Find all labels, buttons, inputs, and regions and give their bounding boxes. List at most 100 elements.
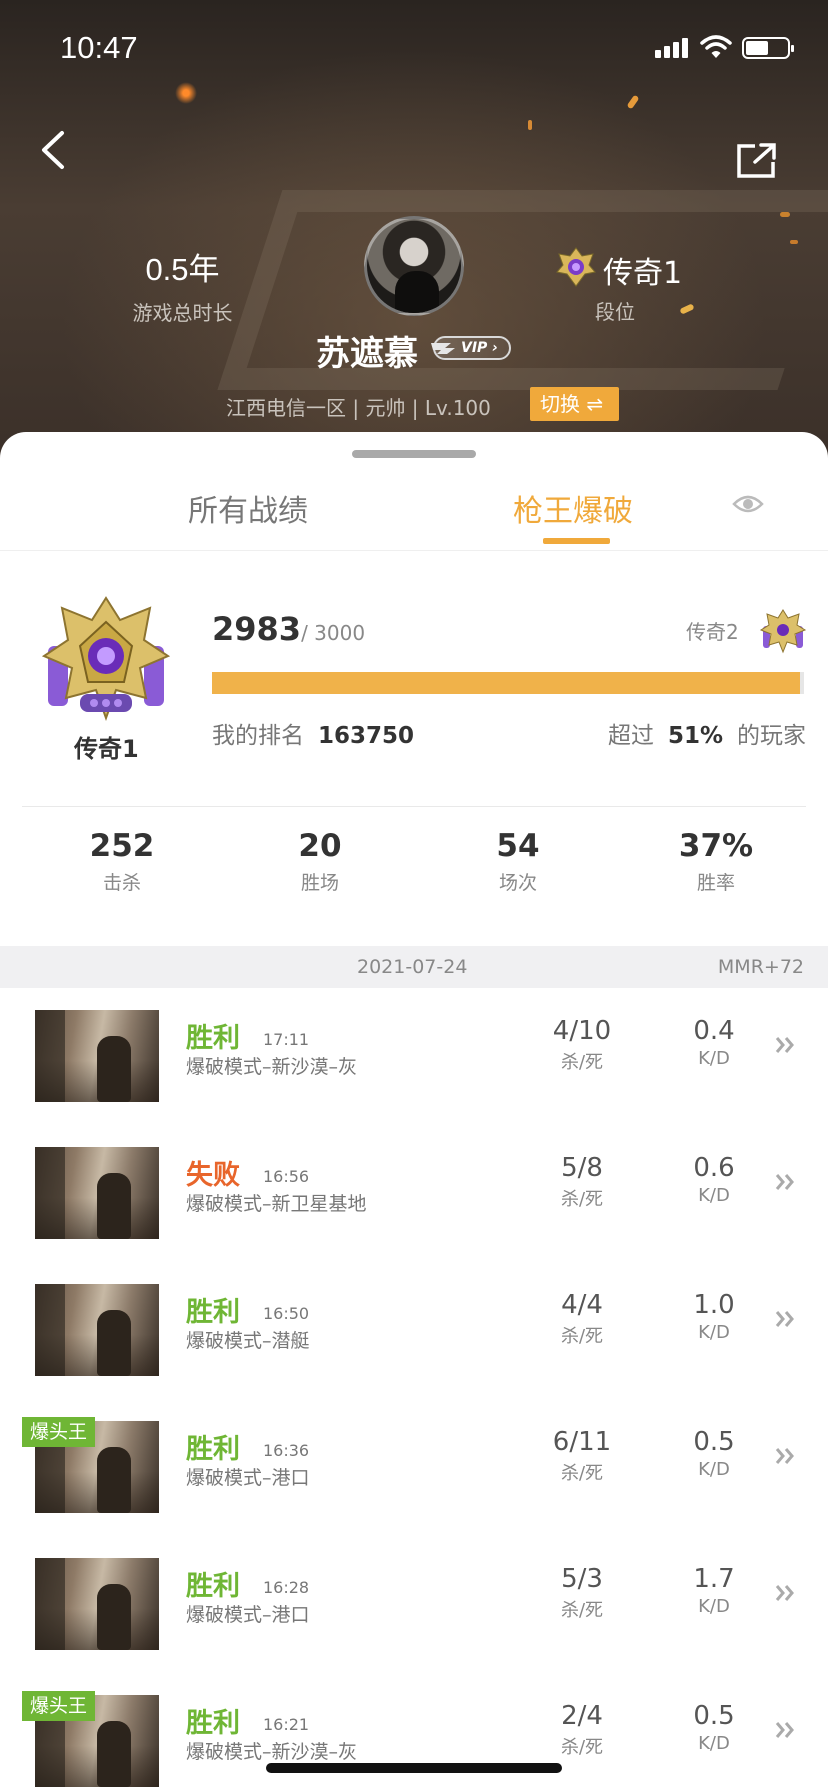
kd-value: 0.4 — [693, 1016, 735, 1046]
kills-deaths: 2/4 — [561, 1701, 603, 1731]
match-result: 失败 — [186, 1160, 240, 1191]
my-rank-value: 163750 — [318, 723, 415, 749]
next-rank-label: 传奇2 — [686, 620, 739, 644]
beat-suffix: 的玩家 — [737, 723, 806, 749]
signal-icon — [655, 36, 689, 58]
map-thumbnail — [35, 1284, 159, 1376]
rank-emblem-icon — [556, 247, 596, 287]
match-time: 16:36 — [263, 1441, 310, 1460]
match-row[interactable]: 爆头王 胜利 16:36 爆破模式–港口 6/11 杀/死 0.5 K/D — [0, 1399, 828, 1536]
chevron-right-icon[interactable] — [774, 1167, 798, 1197]
score-max: / 3000 — [301, 621, 366, 645]
sheet-handle[interactable] — [352, 450, 476, 458]
kills-deaths-label: 杀/死 — [560, 1189, 604, 1210]
match-result: 胜利 — [186, 1434, 240, 1465]
status-time: 10:47 — [60, 30, 138, 65]
eye-icon[interactable] — [732, 492, 764, 516]
back-icon[interactable] — [34, 125, 74, 175]
background-spark — [790, 240, 798, 244]
match-mode: 爆破模式–新卫星基地 — [186, 1193, 367, 1215]
score-current: 2983 — [212, 610, 302, 648]
kd-value: 1.7 — [693, 1564, 735, 1594]
chevron-right-icon[interactable] — [774, 1441, 798, 1471]
match-result: 胜利 — [186, 1297, 240, 1328]
match-row[interactable]: 胜利 16:50 爆破模式–潜艇 4/4 杀/死 1.0 K/D — [0, 1262, 828, 1399]
kd-label: K/D — [698, 1733, 730, 1754]
beat-prefix: 超过 — [607, 723, 654, 749]
kills-deaths-label: 杀/死 — [560, 1600, 604, 1621]
match-mode: 爆破模式–港口 — [186, 1604, 310, 1626]
match-row[interactable]: 胜利 16:28 爆破模式–港口 5/3 杀/死 1.7 K/D — [0, 1536, 828, 1673]
rank-value: 传奇1 — [603, 256, 683, 291]
summary-matches: 54 场次 — [438, 828, 598, 895]
next-rank-emblem-icon — [760, 609, 806, 654]
chevron-right-icon[interactable] — [774, 1304, 798, 1334]
summary-label: 击杀 — [102, 872, 141, 894]
vip-badge[interactable]: VIP › — [431, 336, 511, 360]
avatar[interactable] — [364, 216, 464, 316]
background-logo — [217, 190, 828, 390]
summary-win-rate: 37% 胜率 — [636, 828, 796, 895]
kd-label: K/D — [698, 1185, 730, 1206]
chevron-right-icon[interactable] — [774, 1578, 798, 1608]
rank-progress-bar — [212, 672, 804, 694]
share-icon[interactable] — [735, 140, 779, 180]
kills-deaths-label: 杀/死 — [560, 1326, 604, 1347]
kd-label: K/D — [698, 1459, 730, 1480]
summary-label: 胜场 — [300, 872, 339, 894]
date-label: 2021-07-24 — [357, 956, 468, 978]
map-thumbnail — [35, 1147, 159, 1239]
switch-button[interactable]: 切换 ⇌ — [530, 387, 619, 421]
match-time: 16:28 — [263, 1578, 310, 1597]
rank-progress-fill — [212, 672, 801, 694]
summary-kills: 252 击杀 — [42, 828, 202, 895]
summary-label: 胜率 — [696, 872, 735, 894]
map-thumbnail — [35, 1558, 159, 1650]
summary-value: 20 — [298, 828, 342, 864]
kills-deaths: 5/3 — [561, 1564, 603, 1594]
home-indicator[interactable] — [266, 1763, 562, 1773]
rank-name: 传奇1 — [74, 735, 139, 763]
match-result: 胜利 — [186, 1023, 240, 1054]
kd-value: 0.5 — [693, 1427, 735, 1457]
tab-active-indicator — [543, 538, 610, 544]
play-time-label: 游戏总时长 — [132, 301, 233, 325]
kills-deaths-label: 杀/死 — [560, 1052, 604, 1073]
beat-percent: 超过 51% 的玩家 — [608, 716, 806, 750]
kd-value: 1.0 — [693, 1290, 735, 1320]
records-sheet: 所有战绩 枪王爆破 传奇1 2983/ 3000 传奇2 我的排名 163750 … — [0, 432, 828, 1792]
server-info: 江西电信一区 | 元帅 | Lv.100 — [226, 396, 491, 420]
kd-label: K/D — [698, 1322, 730, 1343]
summary-value: 37% — [678, 828, 754, 864]
rank-emblem-icon — [41, 596, 171, 721]
tab-all-records[interactable]: 所有战绩 — [188, 486, 308, 530]
match-row[interactable]: 胜利 17:11 爆破模式–新沙漠–灰 4/10 杀/死 0.4 K/D — [0, 988, 828, 1125]
match-time: 17:11 — [263, 1030, 310, 1049]
date-header: 2021-07-24 MMR+72 — [0, 946, 828, 988]
profile-header: 10:47 0.5年 游戏总时长 传奇1 段位 苏遮慕 VIP › 江西电信一区… — [0, 0, 828, 460]
kills-deaths-label: 杀/死 — [560, 1463, 604, 1484]
kills-deaths: 6/11 — [552, 1427, 612, 1457]
match-row[interactable]: 失败 16:56 爆破模式–新卫星基地 5/8 杀/死 0.6 K/D — [0, 1125, 828, 1262]
match-result: 胜利 — [186, 1571, 240, 1602]
rank-score: 2983/ 3000 — [212, 610, 365, 648]
divider — [22, 806, 806, 807]
chevron-right-icon[interactable] — [774, 1030, 798, 1060]
play-time-stat: 0.5年 游戏总时长 — [110, 244, 255, 326]
status-bar: 10:47 — [0, 0, 828, 100]
wifi-icon — [700, 35, 732, 58]
beat-value: 51% — [667, 723, 723, 749]
match-row[interactable]: 爆头王 胜利 16:21 爆破模式–新沙漠–灰 2/4 杀/死 0.5 K/D — [0, 1673, 828, 1792]
background-spark — [528, 120, 532, 130]
my-rank-label: 我的排名 — [212, 723, 304, 749]
summary-label: 场次 — [498, 872, 537, 894]
match-mode: 爆破模式–港口 — [186, 1467, 310, 1489]
summary-value: 252 — [89, 828, 155, 864]
tab-gun-king[interactable]: 枪王爆破 — [513, 486, 633, 530]
play-time-value: 0.5年 — [145, 252, 220, 287]
map-thumbnail — [35, 1010, 159, 1102]
match-time: 16:21 — [263, 1715, 310, 1734]
vip-label: VIP — [461, 340, 488, 356]
chevron-right-icon[interactable] — [774, 1715, 798, 1745]
headshot-king-tag: 爆头王 — [22, 1417, 96, 1447]
